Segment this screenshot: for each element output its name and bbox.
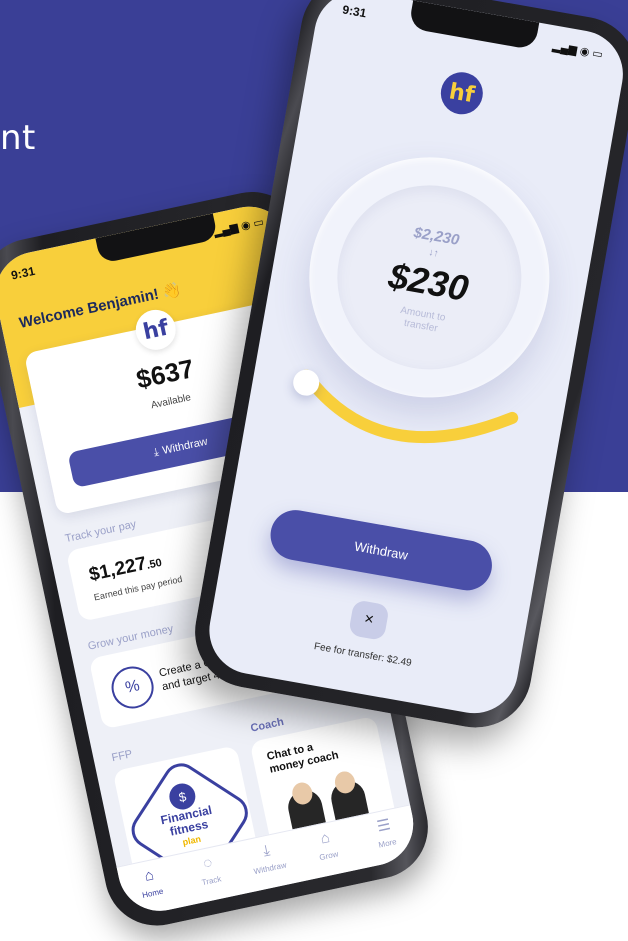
close-icon: × [362,610,376,629]
section-title-ffp: FFP [110,748,134,765]
nav-track[interactable]: ◌ Track [177,849,242,892]
status-icons: ▂▄▆ ◉ ▭ [551,40,604,62]
nav-withdraw[interactable]: ⤓ Withdraw [235,836,300,879]
close-button[interactable]: × [348,599,390,641]
coach-card-title: Chat to a money coach [265,741,340,776]
nav-home[interactable]: ⌂ Home [118,861,183,904]
hf-logo: hf [437,68,487,118]
section-title-coach: Coach [249,715,285,735]
savings-percent-icon: % [107,662,158,713]
withdraw-button[interactable]: Withdraw [266,506,496,595]
hero-partial-text: nt [0,118,36,158]
status-time: 9:31 [341,2,368,21]
right-phone-screen: 9:31 ▂▄▆ ◉ ▭ hf $2,230 ↓↑ $230 Amount to… [202,0,628,721]
amount-dial-inner: $2,230 ↓↑ $230 Amount to transfer [322,170,536,384]
withdraw-button-label: Withdraw [161,435,209,457]
nav-more[interactable]: ☰ More [353,811,418,854]
nav-grow[interactable]: ⌂ Grow [294,824,359,867]
download-icon: ⤓ [152,445,160,459]
